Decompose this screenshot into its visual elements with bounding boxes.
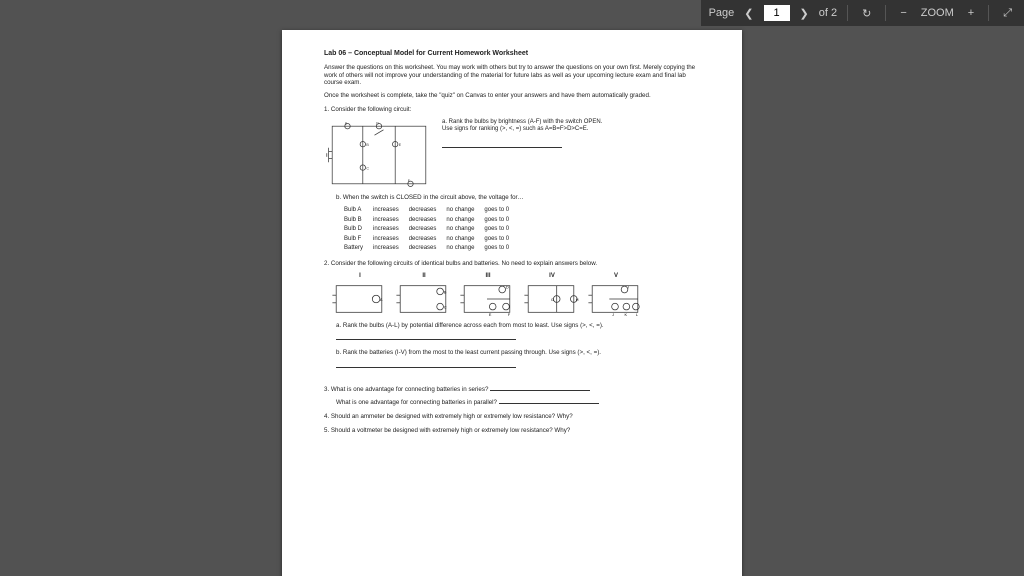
svg-text:B: B [444,290,447,294]
svg-text:D: D [376,121,379,125]
circuit-IV: IV GH [522,273,582,319]
svg-text:J: J [612,313,614,317]
svg-text:A: A [380,298,383,302]
intro-1: Answer the questions on this worksheet. … [324,64,700,87]
page-label: Page [709,7,735,19]
circuits-row: I A II BC III DEF IV GH V IJKL [330,273,700,319]
next-page-button[interactable]: ❯ [796,5,813,22]
pdf-toolbar: Page ❮ ❯ of 2 ↻ − ZOOM + ⤢ [701,0,1024,26]
circuit-I: I A [330,273,390,319]
circuit-II: II BC [394,273,454,319]
q1: 1. Consider the following circuit: [324,106,700,114]
document-viewer[interactable]: Lab 06 – Conceptual Model for Current Ho… [0,26,1024,576]
page-nav: Page ❮ ❯ of 2 [709,5,838,22]
q1b: b. When the switch is CLOSED in the circ… [336,194,700,202]
q1a-line1: a. Rank the bulbs by brightness (A-F) wi… [442,119,700,127]
q1a-blank [442,142,562,148]
voltage-table: Bulb Aincreasesdecreasesno changegoes to… [344,206,519,254]
q2a: a. Rank the bulbs (A-L) by potential dif… [336,322,700,330]
page-input[interactable] [764,5,790,21]
q1-row: AD BE CF a. Rank the bulbs by brightness… [324,119,700,191]
refresh-icon[interactable]: ↻ [858,5,875,22]
q2b-blank [336,362,516,368]
svg-text:E: E [399,143,402,147]
q3b: What is one advantage for connecting bat… [336,398,700,407]
q2a-blank [336,334,516,340]
q1a: a. Rank the bulbs by brightness (A-F) wi… [442,119,700,152]
svg-text:K: K [625,313,628,317]
separator [885,5,886,21]
total-pages: of 2 [819,7,837,19]
table-row: Bulb Dincreasesdecreasesno changegoes to… [344,225,519,235]
q2: 2. Consider the following circuits of id… [324,260,700,268]
q5: 5. Should a voltmeter be designed with e… [324,427,700,435]
svg-text:C: C [444,306,447,310]
circuit-1: AD BE CF [324,119,434,191]
zoom-out-button[interactable]: − [896,5,910,21]
q4: 4. Should an ammeter be designed with ex… [324,413,700,421]
page-1: Lab 06 – Conceptual Model for Current Ho… [282,30,742,576]
svg-text:F: F [508,313,511,317]
zoom-in-button[interactable]: + [964,5,978,21]
separator [988,5,989,21]
prev-page-button[interactable]: ❮ [740,5,757,22]
svg-text:H: H [576,298,579,302]
zoom-label: ZOOM [921,7,954,19]
q3a: 3. What is one advantage for connecting … [324,385,700,394]
intro-2: Once the worksheet is complete, take the… [324,92,700,100]
svg-text:G: G [551,298,554,302]
circuit-III: III DEF [458,273,518,319]
q2b: b. Rank the batteries (I-V) from the mos… [336,349,700,357]
svg-text:E: E [489,313,492,317]
svg-text:D: D [506,286,509,290]
fullscreen-icon[interactable]: ⤢ [999,5,1016,22]
separator [847,5,848,21]
svg-text:C: C [366,166,369,170]
table-row: Bulb Fincreasesdecreasesno changegoes to… [344,235,519,245]
q1a-line2: Use signs for ranking (>, <, =) such as … [442,126,700,134]
svg-text:B: B [366,143,369,147]
doc-title: Lab 06 – Conceptual Model for Current Ho… [324,50,700,59]
table-row: Bulb Aincreasesdecreasesno changegoes to… [344,206,519,216]
circuit-V: V IJKL [586,273,646,319]
table-row: Batteryincreasesdecreasesno changegoes t… [344,244,519,254]
svg-text:I: I [628,286,629,290]
svg-text:L: L [636,313,638,317]
table-row: Bulb Bincreasesdecreasesno changegoes to… [344,216,519,226]
